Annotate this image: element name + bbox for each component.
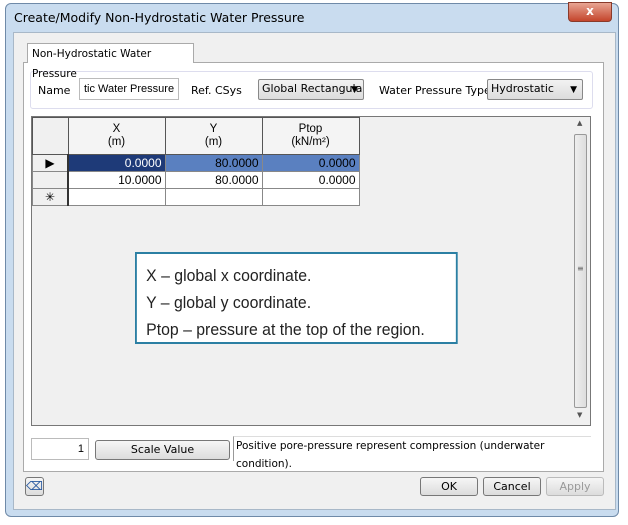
- name-input[interactable]: [79, 78, 179, 100]
- window-title: Create/Modify Non-Hydrostatic Water Pres…: [14, 10, 305, 25]
- apply-button[interactable]: Apply: [546, 477, 604, 496]
- scroll-up-icon[interactable]: ▲: [577, 119, 582, 127]
- ok-button[interactable]: OK: [420, 477, 478, 496]
- pressure-table: X (m) Y (m) Ptop (kN/m²) ▶ 0.0000 80.0000 0…: [32, 117, 360, 206]
- name-label: Name: [38, 84, 71, 97]
- grip-icon: ≡: [577, 264, 584, 273]
- cell-x[interactable]: 0.0000: [67, 154, 166, 172]
- hint-text: Positive pore-pressure represent compres…: [233, 436, 591, 470]
- cell-y[interactable]: [164, 188, 263, 206]
- scale-value-button[interactable]: Scale Value: [95, 440, 230, 460]
- close-button[interactable]: x: [568, 2, 612, 22]
- cell-ptop[interactable]: [261, 188, 360, 206]
- new-row[interactable]: ✳: [32, 188, 360, 206]
- cell-y[interactable]: 80.0000: [164, 171, 263, 189]
- csys-label: Ref. CSys: [191, 84, 242, 97]
- csys-value: Global Rectangula: [262, 82, 363, 95]
- eraser-icon[interactable]: ⌫: [25, 477, 44, 496]
- tab-non-hydrostatic[interactable]: Non-Hydrostatic Water Pressure: [27, 43, 194, 80]
- column-header-y[interactable]: Y (m): [164, 117, 263, 155]
- cell-y[interactable]: 80.0000: [164, 154, 263, 172]
- chevron-down-icon: ▼: [570, 85, 577, 95]
- table-row[interactable]: ▶ 0.0000 80.0000 0.0000: [32, 154, 360, 172]
- cell-x[interactable]: 10.0000: [67, 171, 166, 189]
- corner-header: [32, 117, 69, 155]
- annotation-line: Y – global y coordinate.: [146, 293, 312, 312]
- annotation-line: Ptop – pressure at the top of the region…: [146, 320, 425, 339]
- cell-x[interactable]: [67, 188, 166, 206]
- cell-ptop[interactable]: 0.0000: [261, 154, 360, 172]
- csys-select[interactable]: Global Rectangula ▼: [258, 79, 364, 100]
- cell-ptop[interactable]: 0.0000: [261, 171, 360, 189]
- row-header[interactable]: [32, 171, 69, 189]
- scroll-down-icon[interactable]: ▼: [577, 411, 582, 419]
- column-header-x[interactable]: X (m): [67, 117, 166, 155]
- scale-input[interactable]: [31, 438, 89, 460]
- chevron-down-icon: ▼: [351, 85, 358, 95]
- annotation-box: X – global x coordinate. Y – global y co…: [135, 252, 458, 344]
- annotation-line: X – global x coordinate.: [146, 266, 312, 285]
- table-row[interactable]: 10.0000 80.0000 0.0000: [32, 171, 360, 189]
- water-type-value: Hydrostatic: [491, 82, 554, 95]
- column-header-ptop[interactable]: Ptop (kN/m²): [261, 117, 360, 155]
- new-row-icon[interactable]: ✳: [32, 188, 69, 206]
- water-type-select[interactable]: Hydrostatic ▼: [487, 79, 583, 100]
- water-type-label: Water Pressure Type: [379, 84, 491, 97]
- cancel-button[interactable]: Cancel: [483, 477, 541, 496]
- current-row-icon[interactable]: ▶: [32, 154, 69, 172]
